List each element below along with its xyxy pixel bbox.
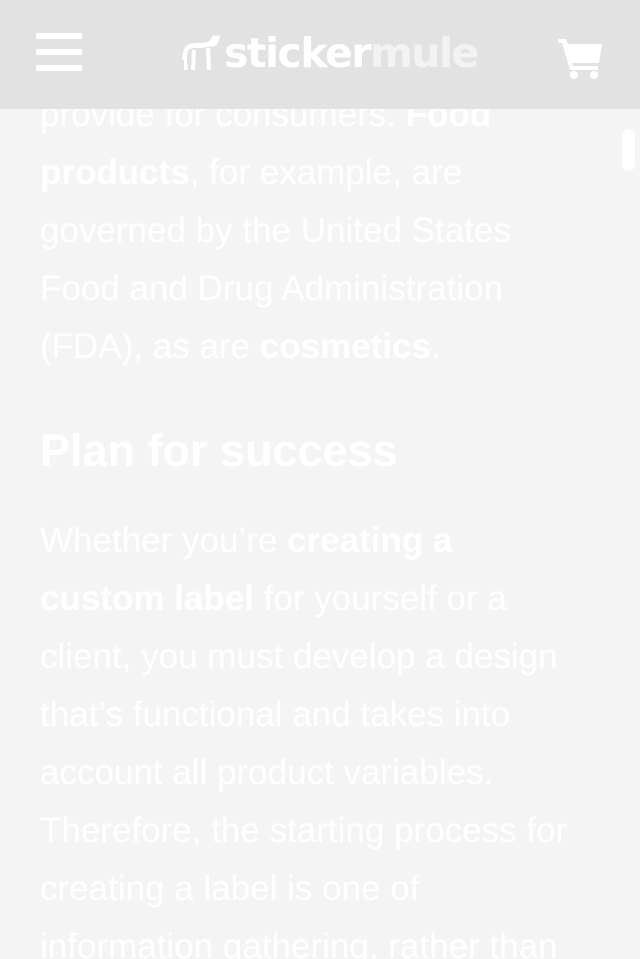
menu-bar [36,33,82,39]
text-line: information gathering, rather than [40,927,558,959]
text-line: creating a label is one of [40,869,420,908]
text-line: client, you must develop a design [40,637,558,676]
section-heading: Plan for success [40,425,398,476]
logo-wordmark: stickermule [224,28,479,78]
top-header: stickermule [0,0,640,109]
hamburger-menu-icon[interactable] [36,33,82,73]
text-line: (FDA), as are cosmetics. [40,318,610,376]
text-span: , for example, are [189,153,463,192]
menu-bar [36,65,82,71]
link-creating-a-custom-label[interactable]: creating a [287,521,452,560]
text-line: governed by the United States [40,211,511,250]
text-line: Food and Drug Administration [40,269,504,308]
stickermule-logo[interactable]: stickermule [180,28,479,78]
article-paragraph: Whether you’re creating a custom label f… [40,512,610,959]
logo-text-mule: mule [370,29,479,77]
text-span: Whether you’re [40,521,288,560]
logo-text-sticker: sticker [224,29,372,77]
text-line: account all product variables. [40,753,494,792]
text-line: products, for example, are [40,144,610,202]
shopping-cart-icon[interactable] [556,36,606,80]
page: provide for consumers. Food products, fo… [0,0,640,959]
menu-bar [36,49,82,55]
text-span: for yourself or a [253,579,507,618]
text-line: Therefore, the starting process for [40,811,568,850]
link-cosmetics[interactable]: cosmetics [260,327,431,366]
text-line: custom label for yourself or a [40,570,610,628]
link-products[interactable]: products [40,153,190,192]
text-line: that’s functional and takes into [40,695,511,734]
scrollbar-thumb[interactable] [622,129,635,171]
text-span: . [430,327,441,366]
text-line: Whether you’re creating a [40,512,610,570]
text-span: (FDA), as are [40,327,260,366]
mule-logo-icon [182,35,220,70]
cart-glyph [558,39,602,79]
link-creating-a-custom-label-cont[interactable]: custom label [40,579,254,618]
article-paragraph: provide for consumers. Food products, fo… [40,86,610,376]
